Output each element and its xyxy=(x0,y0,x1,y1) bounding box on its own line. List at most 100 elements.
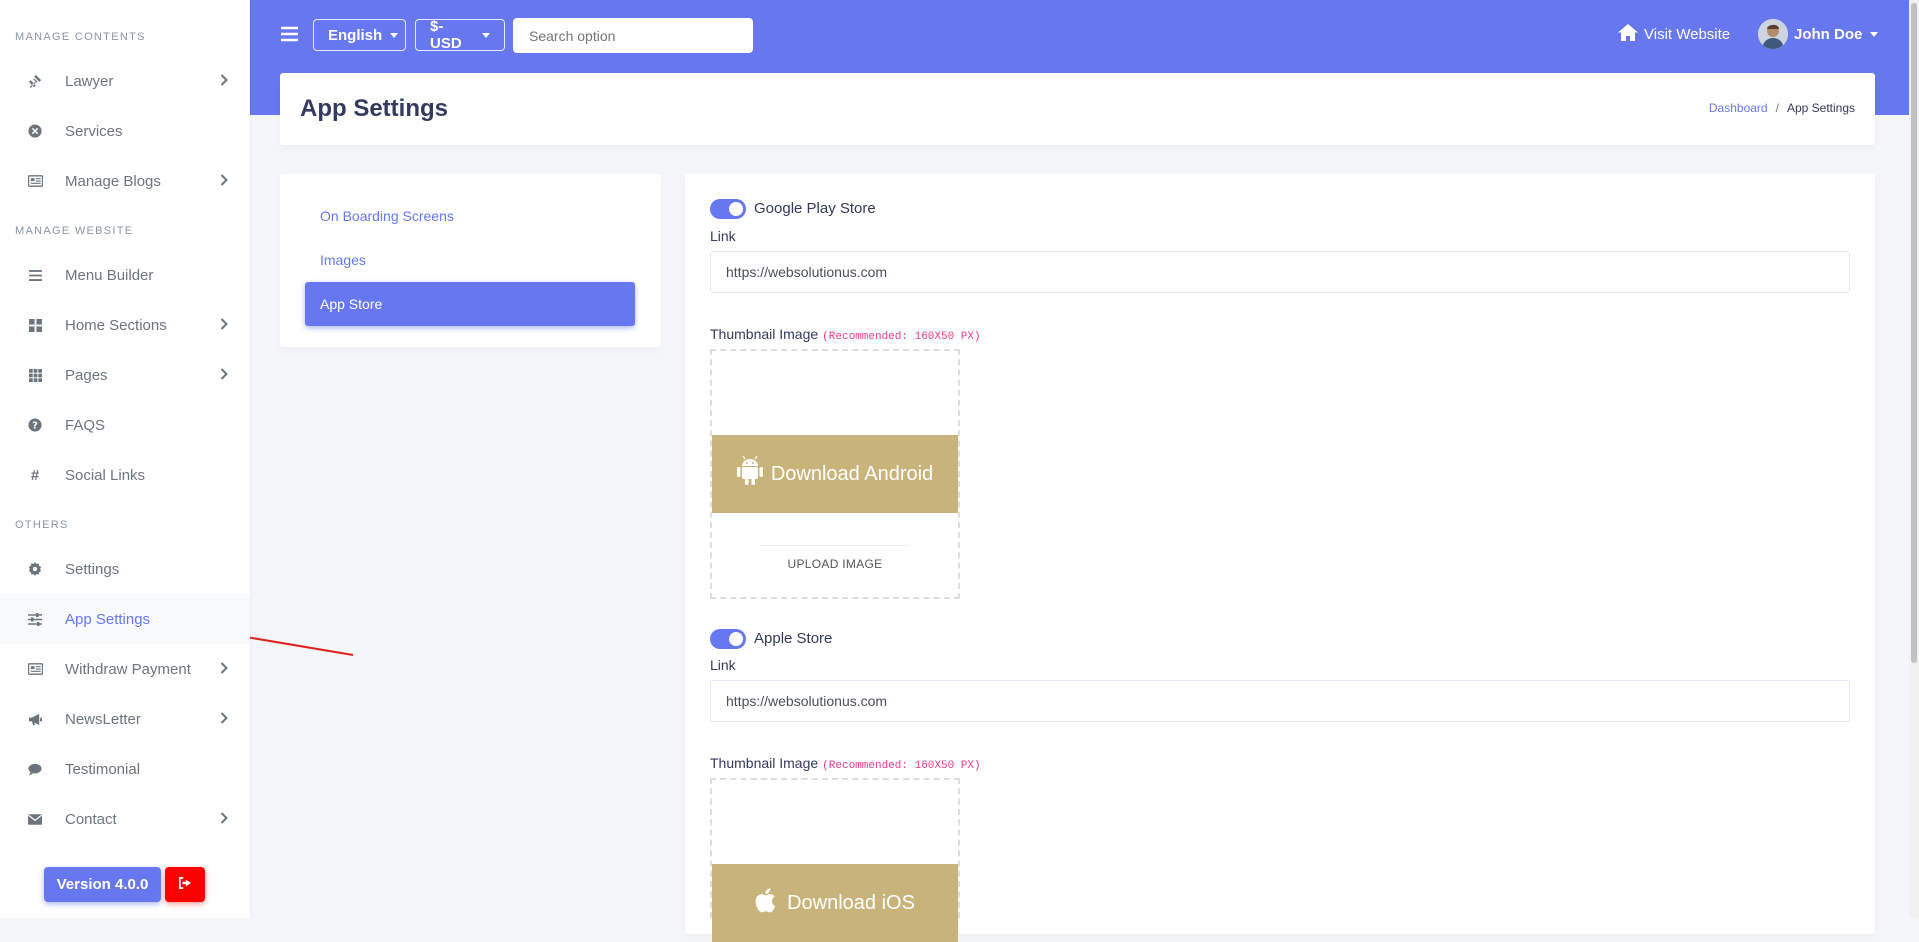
currency-dropdown[interactable]: $-USD xyxy=(415,18,505,52)
sidebar-header-manage-contents: MANAGE CONTENTS xyxy=(15,31,146,43)
sidebar-item-manage-blogs[interactable]: Manage Blogs xyxy=(0,156,250,206)
page-scrollbar[interactable] xyxy=(1909,0,1919,918)
sidebar-item-label: NewsLetter xyxy=(65,710,141,728)
sidebar-item-newsletter[interactable]: NewsLetter xyxy=(0,694,250,744)
google-play-thumb-label: Thumbnail Image (Recommended: 160X50 PX) xyxy=(710,326,981,343)
envelope-icon xyxy=(25,813,45,825)
sidebar: MANAGE CONTENTS Lawyer Services Manage B… xyxy=(0,0,250,918)
svg-text:?: ? xyxy=(32,421,38,432)
sidebar-item-faqs[interactable]: ? FAQS xyxy=(0,400,250,450)
sidebar-item-label: Contact xyxy=(65,810,117,828)
thumb-label-text: Thumbnail Image xyxy=(710,326,819,342)
chevron-right-icon xyxy=(220,367,228,384)
thumb-recommended: (Recommended: 160X50 PX) xyxy=(822,760,981,772)
user-name: John Doe xyxy=(1794,25,1863,43)
avatar xyxy=(1758,19,1788,49)
sidebar-item-testimonial[interactable]: Testimonial xyxy=(0,744,250,794)
language-dropdown[interactable]: English xyxy=(313,19,406,51)
section-header: App Settings Dashboard / App Settings xyxy=(280,73,1875,145)
windows-icon xyxy=(25,318,45,332)
sidebar-item-pages[interactable]: Pages xyxy=(0,350,250,400)
cog-icon xyxy=(25,562,45,576)
search-input[interactable] xyxy=(513,18,753,53)
caret-down-icon xyxy=(482,32,490,38)
sidebar-item-app-settings[interactable]: App Settings xyxy=(0,594,250,644)
hashtag-icon: # xyxy=(30,466,40,484)
scrollbar-thumb[interactable] xyxy=(1911,3,1917,663)
app-store-form-card: Google Play Store Link Thumbnail Image(R… xyxy=(685,174,1875,942)
caret-down-icon xyxy=(1870,31,1879,37)
sidebar-item-label: Home Sections xyxy=(65,316,167,334)
tab-onboarding-screens[interactable]: On Boarding Screens xyxy=(305,194,635,238)
menu-toggle-button[interactable] xyxy=(281,26,299,44)
thumbnail-caption: Download iOS xyxy=(787,891,915,914)
google-play-thumbnail-dropzone[interactable]: Download Android UPLOAD IMAGE xyxy=(710,349,960,599)
bullhorn-icon xyxy=(25,713,45,726)
breadcrumb: Dashboard / App Settings xyxy=(1709,101,1855,115)
breadcrumb-dashboard-link[interactable]: Dashboard xyxy=(1709,101,1768,115)
chevron-right-icon xyxy=(220,811,228,828)
sidebar-item-label: App Settings xyxy=(65,610,151,628)
version-button[interactable]: Version 4.0.0 xyxy=(44,867,161,902)
currency-label: $-USD xyxy=(430,18,462,52)
logout-button[interactable] xyxy=(165,867,205,902)
chevron-right-icon xyxy=(220,711,228,728)
comment-icon xyxy=(25,763,45,776)
newspaper-icon xyxy=(25,175,45,187)
settings-tabs-card: On Boarding Screens Images App Store xyxy=(280,174,661,347)
sidebar-item-home-sections[interactable]: Home Sections xyxy=(0,300,250,350)
android-icon xyxy=(736,455,771,492)
sidebar-item-label: Settings xyxy=(65,560,120,578)
sidebar-item-label: Menu Builder xyxy=(65,266,154,284)
chevron-right-icon xyxy=(220,73,228,90)
apple-store-thumbnail-image: Download iOS xyxy=(712,864,958,942)
sidebar-item-label: FAQS xyxy=(65,416,106,434)
language-label: English xyxy=(328,26,383,44)
times-circle-icon xyxy=(25,124,45,138)
bars-icon xyxy=(281,26,298,46)
sidebar-item-withdraw-payment[interactable]: Withdraw Payment xyxy=(0,644,250,694)
sidebar-item-contact[interactable]: Contact xyxy=(0,794,250,844)
sidebar-item-label: Lawyer xyxy=(65,72,114,90)
caret-down-icon xyxy=(390,32,399,38)
breadcrumb-separator: / xyxy=(1775,101,1779,115)
sign-out-icon xyxy=(178,876,192,894)
grid-icon xyxy=(25,368,45,382)
apple-store-toggle-label: Apple Store xyxy=(754,630,833,647)
bars-icon xyxy=(25,269,45,281)
apple-store-link-input[interactable] xyxy=(710,680,1850,722)
sidebar-item-label: Social Links xyxy=(65,466,146,484)
user-dropdown[interactable]: John Doe xyxy=(1758,19,1879,49)
sidebar-item-label: Testimonial xyxy=(65,760,141,778)
google-play-toggle[interactable] xyxy=(710,199,746,219)
thumbnail-caption: Download Android xyxy=(770,462,934,485)
apple-icon xyxy=(755,886,787,920)
sidebar-item-settings[interactable]: Settings xyxy=(0,544,250,594)
visit-website-link[interactable]: Visit Website xyxy=(1618,24,1730,45)
tab-app-store[interactable]: App Store xyxy=(305,282,635,326)
tab-images[interactable]: Images xyxy=(305,238,635,282)
sidebar-item-lawyer[interactable]: Lawyer xyxy=(0,56,250,106)
sidebar-item-menu-builder[interactable]: Menu Builder xyxy=(0,250,250,300)
sidebar-item-label: Withdraw Payment xyxy=(65,660,191,678)
google-play-thumbnail-image: Download Android xyxy=(712,435,958,513)
question-circle-icon: ? xyxy=(25,418,45,432)
sidebar-item-social-links[interactable]: # Social Links xyxy=(0,450,250,500)
apple-store-thumb-label: Thumbnail Image (Recommended: 160X50 PX) xyxy=(710,755,981,772)
sidebar-item-label: Pages xyxy=(65,366,108,384)
sidebar-header-others: OTHERS xyxy=(15,519,69,531)
chevron-right-icon xyxy=(220,173,228,190)
home-icon xyxy=(1618,24,1644,45)
apple-store-link-label: Link xyxy=(710,657,736,673)
google-play-toggle-label: Google Play Store xyxy=(754,200,876,217)
chevron-right-icon xyxy=(220,317,228,334)
thumb-recommended: (Recommended: 160X50 PX) xyxy=(822,331,981,343)
upload-image-button[interactable]: UPLOAD IMAGE xyxy=(760,545,910,582)
sidebar-header-manage-website: MANAGE WEBSITE xyxy=(15,225,134,237)
sidebar-item-services[interactable]: Services xyxy=(0,106,250,156)
google-play-link-input[interactable] xyxy=(710,251,1850,293)
apple-store-thumbnail-dropzone[interactable]: Download iOS xyxy=(710,778,960,942)
thumb-label-text: Thumbnail Image xyxy=(710,755,819,771)
google-play-link-label: Link xyxy=(710,228,736,244)
apple-store-toggle[interactable] xyxy=(710,629,746,649)
